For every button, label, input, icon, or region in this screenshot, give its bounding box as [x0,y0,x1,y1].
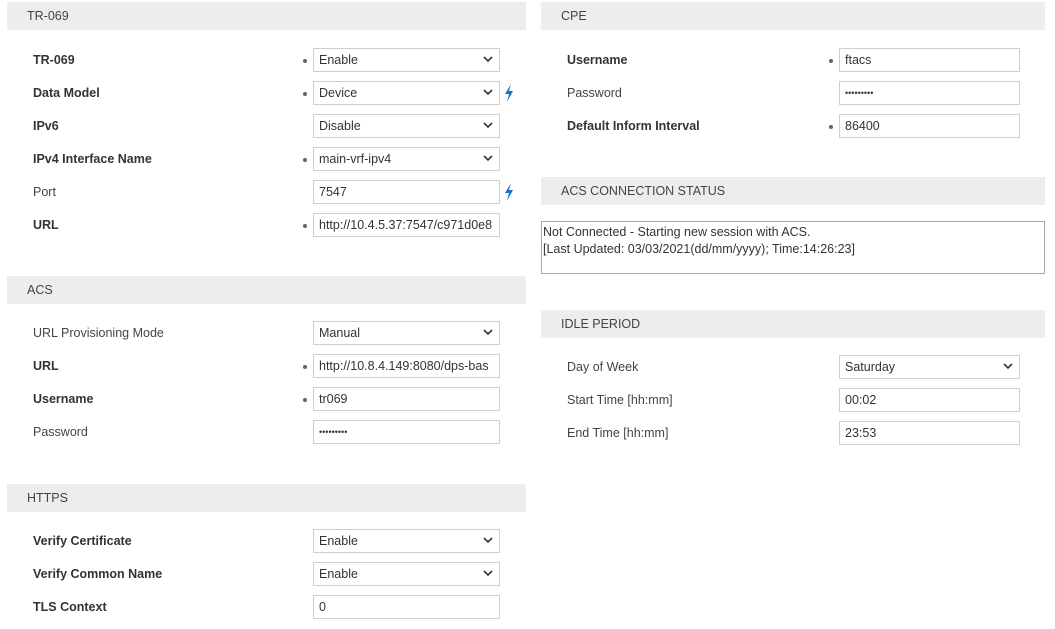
day-of-week-value: Saturday [845,360,896,374]
tls-context-label: TLS Context [33,600,107,614]
ipv6-select[interactable]: Disable [313,114,500,138]
acs-section: ACS URL Provisioning Mode Manual URL htt… [7,276,526,456]
tr069-url-input[interactable]: http://10.4.5.37:7547/c971d0e8 [313,213,500,237]
acs-password-input[interactable]: ••••••••• [313,420,500,444]
url-provisioning-mode-value: Manual [319,326,360,340]
acs-username-row: Username tr069 [7,387,526,411]
chevron-down-icon [1003,363,1013,370]
cpe-password-label: Password [567,86,622,100]
verify-certificate-value: Enable [319,534,358,548]
verify-common-name-select[interactable]: Enable [313,562,500,586]
acs-username-input[interactable]: tr069 [313,387,500,411]
default-inform-interval-input[interactable]: 86400 [839,114,1020,138]
chevron-down-icon [483,155,493,162]
data-model-label: Data Model [33,86,100,100]
tr069-enable-label: TR-069 [33,53,75,67]
acs-url-input[interactable]: http://10.8.4.149:8080/dps-bas [313,354,500,378]
cpe-username-label: Username [567,53,628,67]
url-provisioning-mode-row: URL Provisioning Mode Manual [7,321,526,345]
required-dot-icon [303,92,307,96]
tr069-section-header: TR-069 [7,2,526,30]
chevron-down-icon [483,329,493,336]
end-time-input[interactable]: 23:53 [839,421,1020,445]
end-time-label: End Time [hh:mm] [567,426,669,440]
default-inform-interval-row: Default Inform Interval 86400 [541,114,1045,138]
day-of-week-label: Day of Week [567,360,639,374]
required-dot-icon [303,365,307,369]
verify-common-name-row: Verify Common Name Enable [7,562,526,586]
verify-certificate-row: Verify Certificate Enable [7,529,526,553]
https-section-header: HTTPS [7,484,526,512]
acs-url-label: URL [33,359,59,373]
port-label: Port [33,185,56,199]
day-of-week-select[interactable]: Saturday [839,355,1020,379]
idle-period-header: IDLE PERIOD [541,310,1045,338]
required-dot-icon [829,125,833,129]
start-time-row: Start Time [hh:mm] 00:02 [541,388,1045,412]
https-section: HTTPS Verify Certificate Enable Verify C… [7,484,526,624]
acs-connection-status-box: Not Connected - Starting new session wit… [541,221,1045,274]
start-time-input[interactable]: 00:02 [839,388,1020,412]
chevron-down-icon [483,56,493,63]
ipv4-interface-select[interactable]: main-vrf-ipv4 [313,147,500,171]
lightning-bolt-icon [505,84,513,102]
lightning-bolt-icon [505,183,513,201]
cpe-password-row: Password ••••••••• [541,81,1045,105]
ipv6-value: Disable [319,119,361,133]
verify-certificate-label: Verify Certificate [33,534,132,548]
port-row: Port 7547 [7,180,526,204]
acs-connection-status-header: ACS CONNECTION STATUS [541,177,1045,205]
data-model-select[interactable]: Device [313,81,500,105]
url-provisioning-mode-select[interactable]: Manual [313,321,500,345]
verify-certificate-select[interactable]: Enable [313,529,500,553]
idle-period-section: IDLE PERIOD Day of Week Saturday Start T… [541,310,1045,450]
tls-context-row: TLS Context 0 [7,595,526,619]
tr069-enable-row: TR-069 Enable [7,48,526,72]
port-input[interactable]: 7547 [313,180,500,204]
cpe-section: CPE Username ftacs Password ••••••••• De… [541,2,1045,142]
required-dot-icon [303,158,307,162]
tr069-enable-select[interactable]: Enable [313,48,500,72]
chevron-down-icon [483,537,493,544]
cpe-section-header: CPE [541,2,1045,30]
tr069-url-row: URL http://10.4.5.37:7547/c971d0e8 [7,213,526,237]
acs-status-last-updated: [Last Updated: 03/03/2021(dd/mm/yyyy); T… [543,242,855,256]
chevron-down-icon [483,570,493,577]
acs-username-label: Username [33,392,94,406]
acs-section-header: ACS [7,276,526,304]
chevron-down-icon [483,122,493,129]
acs-status-message: Not Connected - Starting new session wit… [543,225,811,239]
required-dot-icon [829,59,833,63]
data-model-value: Device [319,86,358,100]
tr069-enable-value: Enable [319,53,358,67]
day-of-week-row: Day of Week Saturday [541,355,1045,379]
ipv4-interface-label: IPv4 Interface Name [33,152,152,166]
required-dot-icon [303,398,307,402]
ipv6-row: IPv6 Disable [7,114,526,138]
cpe-username-input[interactable]: ftacs [839,48,1020,72]
end-time-row: End Time [hh:mm] 23:53 [541,421,1045,445]
tr069-url-label: URL [33,218,59,232]
cpe-password-input[interactable]: ••••••••• [839,81,1020,105]
ipv6-label: IPv6 [33,119,59,133]
start-time-label: Start Time [hh:mm] [567,393,673,407]
data-model-row: Data Model Device [7,81,526,105]
acs-connection-status-section: ACS CONNECTION STATUS Not Connected - St… [541,177,1045,275]
url-provisioning-mode-label: URL Provisioning Mode [33,326,164,340]
default-inform-interval-label: Default Inform Interval [567,119,700,133]
ipv4-interface-row: IPv4 Interface Name main-vrf-ipv4 [7,147,526,171]
acs-password-label: Password [33,425,88,439]
verify-common-name-value: Enable [319,567,358,581]
ipv4-interface-value: main-vrf-ipv4 [319,152,392,166]
required-dot-icon [303,59,307,63]
required-dot-icon [303,224,307,228]
tr069-section: TR-069 TR-069 Enable Data Model Device I… [7,2,526,242]
tls-context-input[interactable]: 0 [313,595,500,619]
chevron-down-icon [483,89,493,96]
verify-common-name-label: Verify Common Name [33,567,163,581]
acs-url-row: URL http://10.8.4.149:8080/dps-bas [7,354,526,378]
cpe-username-row: Username ftacs [541,48,1045,72]
acs-password-row: Password ••••••••• [7,420,526,444]
